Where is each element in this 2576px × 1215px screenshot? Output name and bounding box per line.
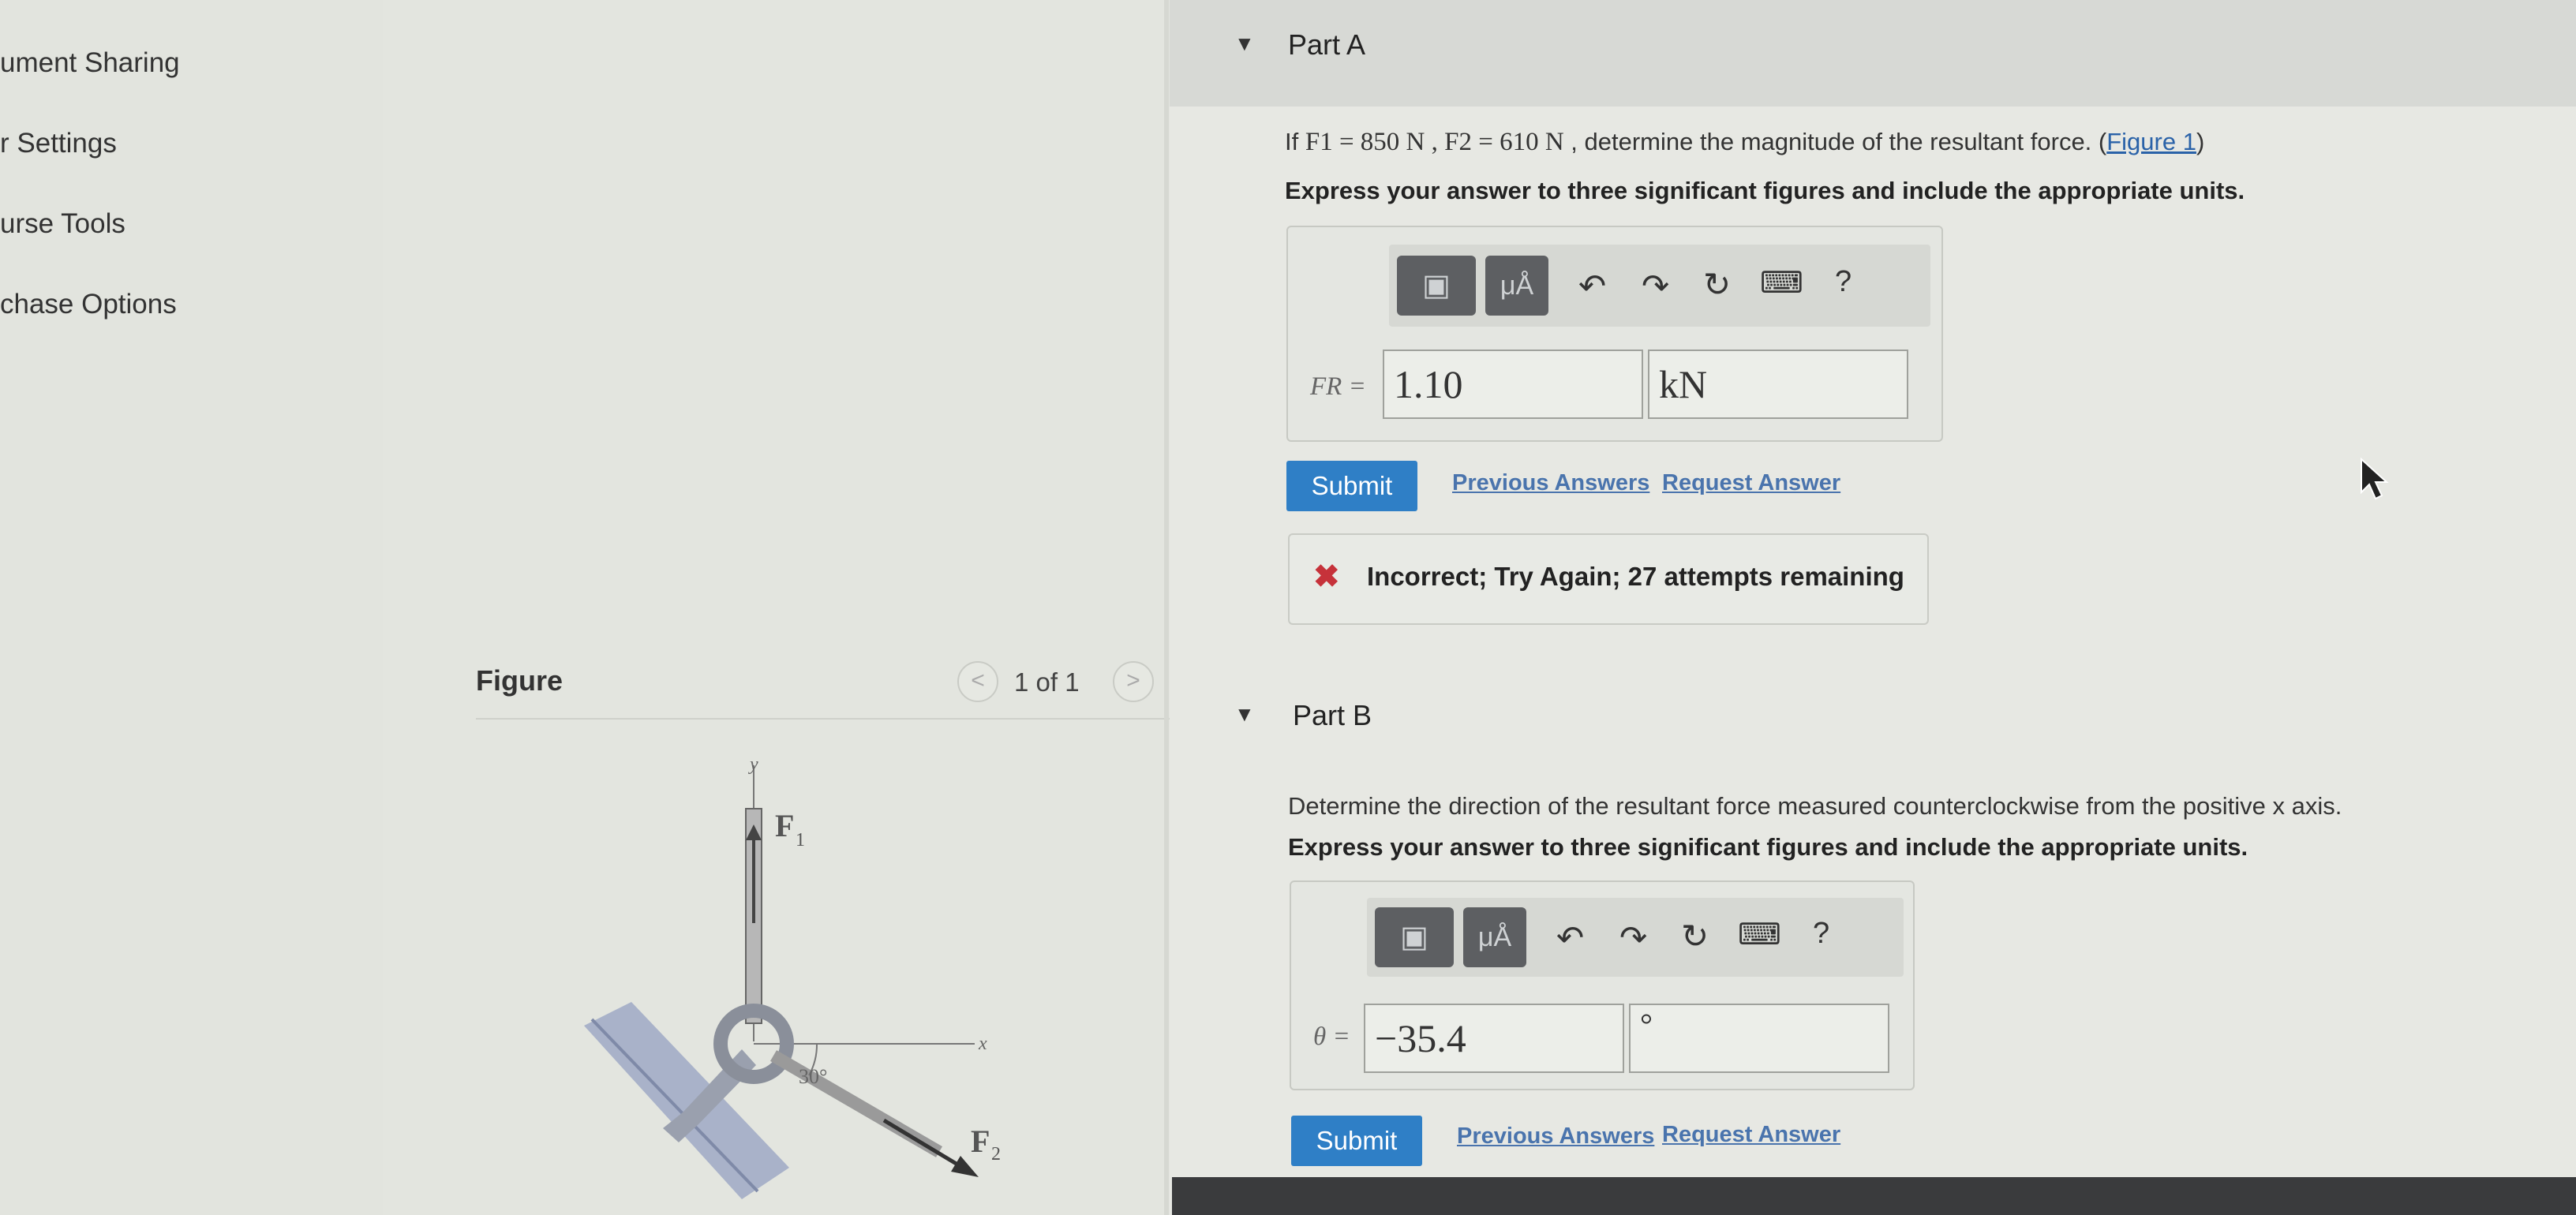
left-nav: ument Sharing r Settings urse Tools chas… [0, 0, 383, 1215]
f2-label: F [971, 1123, 990, 1159]
help-icon[interactable]: ? [1813, 917, 1829, 951]
part-a-previous-answers-link[interactable]: Previous Answers [1452, 470, 1649, 496]
part-a-feedback: ✖ Incorrect; Try Again; 27 attempts rema… [1288, 533, 1929, 625]
panel-separator [1164, 0, 1169, 1215]
question-close: ) [2196, 128, 2205, 155]
part-b-answer-box: ▣ μÅ ↶ ↷ ↻ ⌨ ? θ = −35.4 ° [1290, 880, 1915, 1090]
wall-edge [590, 1018, 759, 1193]
screen-bottom-bar [1172, 1177, 2576, 1215]
keyboard-icon[interactable]: ⌨ [1760, 265, 1803, 301]
part-a-toolbar: ▣ μÅ ↶ ↷ ↻ ⌨ ? [1389, 245, 1930, 327]
part-a-header[interactable]: ▼ Part A [1170, 0, 2576, 107]
part-b-question: Determine the direction of the resultant… [1288, 792, 2342, 820]
part-a-instruction: Express your answer to three significant… [1285, 177, 2245, 204]
figure-panel: Figure < 1 of 1 > y x F 1 F 2 30° [383, 0, 1172, 1215]
units-button[interactable]: μÅ [1485, 256, 1548, 316]
redo-icon[interactable]: ↷ [1619, 918, 1647, 957]
question-content: ▼ Part A If F1 = 850 N , F2 = 610 N , de… [1170, 0, 2576, 1215]
pager-prev-button[interactable]: < [957, 661, 998, 702]
incorrect-icon: ✖ [1313, 559, 1340, 594]
nav-item-document-sharing[interactable]: ument Sharing [0, 47, 180, 79]
fraction-template-icon: ▣ [1400, 921, 1428, 954]
part-b-title: Part B [1293, 699, 1372, 731]
templates-button[interactable]: ▣ [1397, 256, 1476, 316]
f1-subscript: 1 [796, 830, 805, 850]
figure-divider [476, 718, 1170, 720]
templates-button[interactable]: ▣ [1375, 907, 1454, 967]
undo-icon[interactable]: ↶ [1578, 267, 1606, 305]
question-math: F1 = 850 N , F2 = 610 N [1305, 128, 1564, 156]
nav-item-purchase-options[interactable]: chase Options [0, 289, 177, 320]
mouse-cursor-icon [2361, 458, 2389, 500]
pager-label: 1 of 1 [1014, 667, 1080, 697]
y-axis-label: y [748, 754, 758, 775]
part-b-toolbar: ▣ μÅ ↶ ↷ ↻ ⌨ ? [1367, 898, 1904, 977]
part-a-answer-box: ▣ μÅ ↶ ↷ ↻ ⌨ ? FR = 1.10 kN [1286, 226, 1943, 442]
undo-icon[interactable]: ↶ [1556, 918, 1584, 957]
units-button[interactable]: μÅ [1463, 907, 1526, 967]
part-b-request-answer-link[interactable]: Request Answer [1662, 1122, 1840, 1148]
x-axis-label: x [978, 1034, 987, 1054]
figure-link[interactable]: Figure 1 [2106, 128, 2196, 155]
part-a-question: If F1 = 850 N , F2 = 610 N , determine t… [1285, 128, 2204, 157]
reset-icon[interactable]: ↻ [1681, 917, 1709, 955]
part-b-submit-button[interactable]: Submit [1291, 1116, 1422, 1166]
wall-shape [584, 1002, 789, 1199]
part-a-title: Part A [1288, 28, 1366, 61]
part-a-collapse-icon[interactable]: ▼ [1234, 32, 1255, 56]
part-a-value-input[interactable]: 1.10 [1383, 350, 1643, 419]
redo-icon[interactable]: ↷ [1642, 267, 1669, 305]
force-diagram: y x F 1 F 2 30° [584, 754, 1001, 1199]
f2-arrow-shaft [882, 1118, 964, 1170]
fraction-template-icon: ▣ [1422, 269, 1451, 302]
part-a-submit-button[interactable]: Submit [1286, 461, 1417, 511]
part-b-unit-input[interactable]: ° [1629, 1004, 1889, 1073]
pager-next-button[interactable]: > [1113, 661, 1154, 702]
nav-item-settings[interactable]: r Settings [0, 128, 117, 159]
nav-item-course-tools[interactable]: urse Tools [0, 208, 125, 240]
part-b-instruction: Express your answer to three significant… [1288, 833, 2248, 861]
question-prefix: If [1285, 128, 1305, 155]
part-a-request-answer-link[interactable]: Request Answer [1662, 470, 1840, 496]
reset-icon[interactable]: ↻ [1703, 265, 1731, 304]
part-b-previous-answers-link[interactable]: Previous Answers [1457, 1123, 1654, 1150]
help-icon[interactable]: ? [1835, 265, 1852, 299]
part-b-collapse-icon[interactable]: ▼ [1234, 702, 1255, 727]
theta-variable-label: θ = [1313, 1022, 1350, 1051]
feedback-text: Incorrect; Try Again; 27 attempts remain… [1367, 562, 1904, 591]
part-a-unit-input[interactable]: kN [1648, 350, 1908, 419]
question-suffix: , determine the magnitude of the resulta… [1563, 128, 2107, 155]
f2-arrowhead [951, 1156, 979, 1177]
keyboard-icon[interactable]: ⌨ [1738, 917, 1781, 952]
fr-variable-label: FR = [1310, 372, 1366, 401]
figure-title: Figure [476, 664, 564, 697]
f2-subscript: 2 [991, 1144, 1001, 1165]
angle-label: 30° [799, 1065, 827, 1088]
part-b-value-input[interactable]: −35.4 [1364, 1004, 1624, 1073]
f1-label: F [775, 808, 794, 843]
